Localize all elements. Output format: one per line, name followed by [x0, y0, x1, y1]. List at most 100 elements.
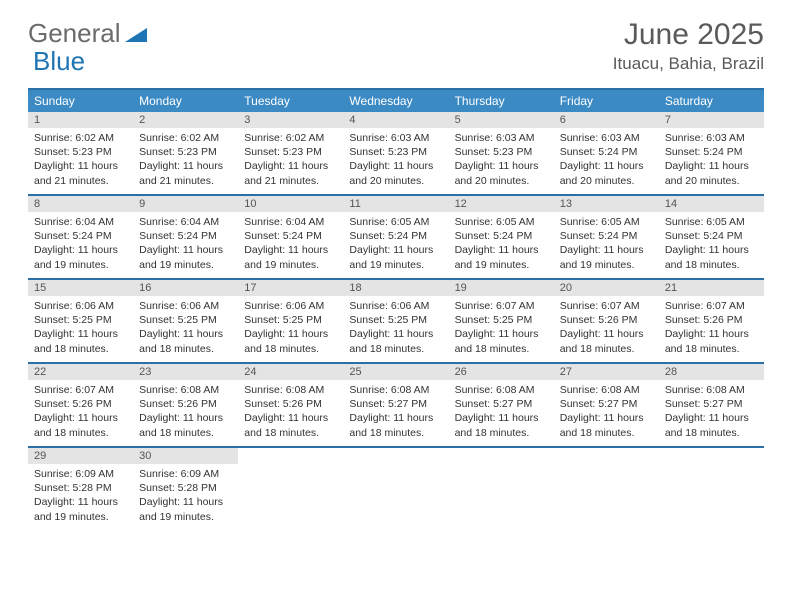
day-number: 3 — [238, 112, 343, 128]
sunset-text: Sunset: 5:25 PM — [349, 313, 442, 327]
day-cell: . — [554, 448, 659, 530]
sunrise-text: Sunrise: 6:06 AM — [139, 299, 232, 313]
sunset-text: Sunset: 5:23 PM — [244, 145, 337, 159]
daylight-text: Daylight: 11 hours and 18 minutes. — [139, 411, 232, 439]
daylight-text: Daylight: 11 hours and 18 minutes. — [455, 327, 548, 355]
sunset-text: Sunset: 5:23 PM — [139, 145, 232, 159]
daylight-text: Daylight: 11 hours and 18 minutes. — [349, 411, 442, 439]
sunset-text: Sunset: 5:24 PM — [560, 145, 653, 159]
day-details: Sunrise: 6:02 AMSunset: 5:23 PMDaylight:… — [238, 128, 343, 194]
sunrise-text: Sunrise: 6:03 AM — [560, 131, 653, 145]
day-number: 12 — [449, 196, 554, 212]
sunset-text: Sunset: 5:27 PM — [455, 397, 548, 411]
daylight-text: Daylight: 11 hours and 18 minutes. — [455, 411, 548, 439]
day-number: 29 — [28, 448, 133, 464]
day-cell: . — [659, 448, 764, 530]
sunset-text: Sunset: 5:24 PM — [665, 145, 758, 159]
daylight-text: Daylight: 11 hours and 18 minutes. — [665, 243, 758, 271]
day-details: Sunrise: 6:06 AMSunset: 5:25 PMDaylight:… — [133, 296, 238, 362]
day-cell: 1Sunrise: 6:02 AMSunset: 5:23 PMDaylight… — [28, 112, 133, 194]
day-number: 20 — [554, 280, 659, 296]
daylight-text: Daylight: 11 hours and 20 minutes. — [560, 159, 653, 187]
daylight-text: Daylight: 11 hours and 18 minutes. — [244, 327, 337, 355]
day-cell: 4Sunrise: 6:03 AMSunset: 5:23 PMDaylight… — [343, 112, 448, 194]
sunrise-text: Sunrise: 6:03 AM — [665, 131, 758, 145]
day-details: Sunrise: 6:04 AMSunset: 5:24 PMDaylight:… — [28, 212, 133, 278]
week-row: 1Sunrise: 6:02 AMSunset: 5:23 PMDaylight… — [28, 112, 764, 196]
day-cell: 20Sunrise: 6:07 AMSunset: 5:26 PMDayligh… — [554, 280, 659, 362]
sunset-text: Sunset: 5:24 PM — [455, 229, 548, 243]
day-details: Sunrise: 6:09 AMSunset: 5:28 PMDaylight:… — [28, 464, 133, 530]
sunset-text: Sunset: 5:28 PM — [34, 481, 127, 495]
sunrise-text: Sunrise: 6:08 AM — [349, 383, 442, 397]
day-cell: 19Sunrise: 6:07 AMSunset: 5:25 PMDayligh… — [449, 280, 554, 362]
weekday-header: Tuesday — [238, 90, 343, 112]
day-details: Sunrise: 6:09 AMSunset: 5:28 PMDaylight:… — [133, 464, 238, 530]
week-row: 22 Sunrise: 6:07 AMSunset: 5:26 PM Dayligh… — [28, 364, 764, 448]
sunrise-text: Sunrise: 6:02 AM — [244, 131, 337, 145]
sunrise-text: Sunrise: 6:03 AM — [455, 131, 548, 145]
day-details: Sunrise: 6:07 AMSunset: 5:26 PMDaylight:… — [554, 296, 659, 362]
daylight-text: Daylight: 11 hours and 19 minutes. — [560, 243, 653, 271]
daylight-text: Daylight: 11 hours and 21 minutes. — [34, 159, 127, 187]
daylight-text: Daylight: 11 hours and 18 minutes. — [349, 327, 442, 355]
day-number: 6 — [554, 112, 659, 128]
sunset-text: Sunset: 5:27 PM — [349, 397, 442, 411]
day-cell: . — [238, 448, 343, 530]
day-number: 21 — [659, 280, 764, 296]
daylight-text: Daylight: 11 hours and 18 minutes. — [560, 327, 653, 355]
day-details: Sunrise: 6:08 AMSunset: 5:27 PMDaylight:… — [343, 380, 448, 446]
weekday-header: Saturday — [659, 90, 764, 112]
day-number: 26 — [449, 364, 554, 380]
sunrise-text: Sunrise: 6:09 AM — [34, 467, 127, 481]
day-cell: 2Sunrise: 6:02 AMSunset: 5:23 PMDaylight… — [133, 112, 238, 194]
day-number: 22 — [28, 364, 133, 380]
day-details: Sunrise: 6:03 AMSunset: 5:23 PMDaylight:… — [343, 128, 448, 194]
weeks-container: 1Sunrise: 6:02 AMSunset: 5:23 PMDaylight… — [28, 112, 764, 530]
day-cell: 24Sunrise: 6:08 AMSunset: 5:26 PMDayligh… — [238, 364, 343, 446]
day-cell: 27Sunrise: 6:08 AMSunset: 5:27 PMDayligh… — [554, 364, 659, 446]
day-number: 14 — [659, 196, 764, 212]
day-details: Sunrise: 6:05 AMSunset: 5:24 PMDaylight:… — [343, 212, 448, 278]
sunset-text: Sunset: 5:25 PM — [455, 313, 548, 327]
day-number: 5 — [449, 112, 554, 128]
sunrise-text: Sunrise: 6:07 AM — [34, 383, 127, 397]
day-number: 13 — [554, 196, 659, 212]
sunset-text: Sunset: 5:24 PM — [34, 229, 127, 243]
sunset-text: Sunset: 5:27 PM — [560, 397, 653, 411]
sunrise-text: Sunrise: 6:04 AM — [139, 215, 232, 229]
day-cell: 28Sunrise: 6:08 AMSunset: 5:27 PMDayligh… — [659, 364, 764, 446]
daylight-text: Daylight: 11 hours and 21 minutes. — [244, 159, 337, 187]
day-cell: 22Sunrise: 6:07 AMSunset: 5:26 PMDayligh… — [28, 364, 133, 446]
sunset-text: Sunset: 5:26 PM — [34, 397, 127, 411]
day-details: Sunrise: 6:05 AMSunset: 5:24 PMDaylight:… — [449, 212, 554, 278]
title-block: June 2025 Ituacu, Bahia, Brazil — [613, 18, 764, 74]
day-details: Sunrise: 6:03 AMSunset: 5:24 PMDaylight:… — [554, 128, 659, 194]
day-cell: 14Sunrise: 6:05 AMSunset: 5:24 PMDayligh… — [659, 196, 764, 278]
header: General June 2025 Ituacu, Bahia, Brazil — [0, 0, 792, 82]
daylight-text: Daylight: 11 hours and 19 minutes. — [34, 495, 127, 523]
triangle-icon — [125, 18, 147, 49]
day-details: Sunrise: 6:06 AMSunset: 5:25 PMDaylight:… — [28, 296, 133, 362]
sunset-text: Sunset: 5:24 PM — [665, 229, 758, 243]
sunrise-text: Sunrise: 6:07 AM — [560, 299, 653, 313]
sunrise-text: Sunrise: 6:02 AM — [34, 131, 127, 145]
day-details: Sunrise: 6:04 AMSunset: 5:24 PMDaylight:… — [133, 212, 238, 278]
sunrise-text: Sunrise: 6:05 AM — [665, 215, 758, 229]
day-number: 24 — [238, 364, 343, 380]
day-cell: 23Sunrise: 6:08 AMSunset: 5:26 PMDayligh… — [133, 364, 238, 446]
day-cell: 12Sunrise: 6:05 AMSunset: 5:24 PMDayligh… — [449, 196, 554, 278]
sunrise-text: Sunrise: 6:05 AM — [455, 215, 548, 229]
day-number: 7 — [659, 112, 764, 128]
day-details: Sunrise: 6:03 AMSunset: 5:23 PMDaylight:… — [449, 128, 554, 194]
day-details: Sunrise: 6:03 AMSunset: 5:24 PMDaylight:… — [659, 128, 764, 194]
day-number: 30 — [133, 448, 238, 464]
sunset-text: Sunset: 5:25 PM — [34, 313, 127, 327]
day-details: Sunrise: 6:06 AMSunset: 5:25 PMDaylight:… — [238, 296, 343, 362]
day-details: Sunrise: 6:05 AMSunset: 5:24 PMDaylight:… — [659, 212, 764, 278]
weekday-header: Wednesday — [343, 90, 448, 112]
logo-text-blue: Blue — [33, 46, 85, 77]
day-cell: . — [343, 448, 448, 530]
day-details: Sunrise: 6:08 AMSunset: 5:27 PMDaylight:… — [659, 380, 764, 446]
week-row: 29Sunrise: 6:09 AMSunset: 5:28 PMDayligh… — [28, 448, 764, 530]
